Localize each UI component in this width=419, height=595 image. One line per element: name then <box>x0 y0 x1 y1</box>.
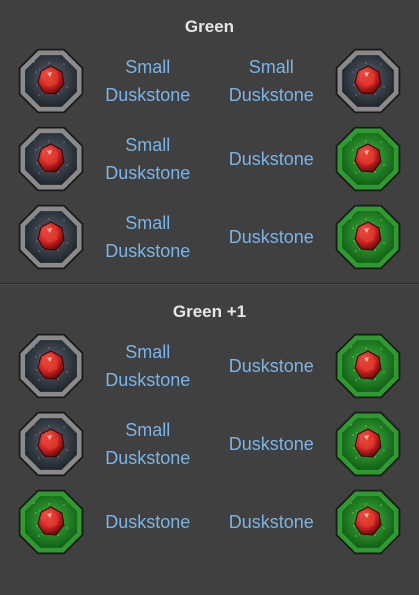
right-label: Duskstone <box>210 508 334 536</box>
gray-duskstone-icon-graphic <box>18 204 84 270</box>
left-label: Small Duskstone <box>86 53 210 109</box>
green-duskstone-icon-graphic <box>18 489 84 555</box>
left-label: Small Duskstone <box>86 209 210 265</box>
gray-duskstone-icon-graphic <box>335 48 401 114</box>
label-line: Duskstone <box>105 241 191 261</box>
gray-duskstone-icon <box>16 202 86 272</box>
green-duskstone-icon-graphic <box>335 204 401 270</box>
label-line: Duskstone <box>228 434 314 454</box>
right-label: Duskstone <box>210 430 334 458</box>
gray-duskstone-icon <box>16 46 86 116</box>
left-label: Small Duskstone <box>86 131 210 187</box>
gray-duskstone-icon-graphic <box>18 48 84 114</box>
recipe-row: Small Duskstone Small Duskstone <box>0 42 419 120</box>
label-line: Duskstone <box>105 85 191 105</box>
section-green: Green Small Duskstone Small Duskstone Sm… <box>0 12 419 276</box>
right-label: Small Duskstone <box>210 53 334 109</box>
right-label: Duskstone <box>210 145 334 173</box>
label-line: Duskstone <box>105 448 191 468</box>
section-title: Green +1 <box>172 302 247 321</box>
label-line: Duskstone <box>105 512 191 532</box>
green-duskstone-icon <box>333 124 403 194</box>
green-duskstone-icon <box>333 202 403 272</box>
section-divider <box>0 283 419 285</box>
gray-duskstone-icon <box>16 331 86 401</box>
green-duskstone-icon <box>16 487 86 557</box>
gray-duskstone-icon <box>16 124 86 194</box>
green-duskstone-icon-graphic <box>335 489 401 555</box>
gray-duskstone-icon-graphic <box>18 333 84 399</box>
gray-duskstone-icon <box>333 46 403 116</box>
label-line: Duskstone <box>105 370 191 390</box>
recipe-row: Duskstone Duskstone <box>0 483 419 561</box>
section-green-plus-1: Green +1 Small Duskstone Duskstone Small… <box>0 297 419 561</box>
left-label: Duskstone <box>86 508 210 536</box>
green-duskstone-icon-graphic <box>335 411 401 477</box>
right-label: Duskstone <box>210 223 334 251</box>
green-duskstone-icon <box>333 409 403 479</box>
green-duskstone-icon-graphic <box>335 333 401 399</box>
recipe-row: Small Duskstone Duskstone <box>0 405 419 483</box>
section-title: Green <box>184 17 235 36</box>
label-line: Small <box>125 135 171 155</box>
gray-duskstone-icon-graphic <box>18 126 84 192</box>
label-line: Duskstone <box>228 85 314 105</box>
label-line: Duskstone <box>105 163 191 183</box>
duskstone-panel: Green Small Duskstone Small Duskstone Sm… <box>0 12 419 595</box>
label-line: Duskstone <box>228 149 314 169</box>
green-duskstone-icon <box>333 331 403 401</box>
label-line: Small <box>125 57 171 77</box>
left-label: Small Duskstone <box>86 338 210 394</box>
right-label: Duskstone <box>210 352 334 380</box>
green-duskstone-icon-graphic <box>335 126 401 192</box>
label-line: Duskstone <box>228 227 314 247</box>
label-line: Small <box>248 57 294 77</box>
gray-duskstone-icon-graphic <box>18 411 84 477</box>
recipe-row: Small Duskstone Duskstone <box>0 198 419 276</box>
gray-duskstone-icon <box>16 409 86 479</box>
label-line: Small <box>125 213 171 233</box>
recipe-row: Small Duskstone Duskstone <box>0 120 419 198</box>
left-label: Small Duskstone <box>86 416 210 472</box>
label-line: Small <box>125 342 171 362</box>
label-line: Duskstone <box>228 512 314 532</box>
label-line: Small <box>125 420 171 440</box>
recipe-row: Small Duskstone Duskstone <box>0 327 419 405</box>
label-line: Duskstone <box>228 356 314 376</box>
green-duskstone-icon <box>333 487 403 557</box>
